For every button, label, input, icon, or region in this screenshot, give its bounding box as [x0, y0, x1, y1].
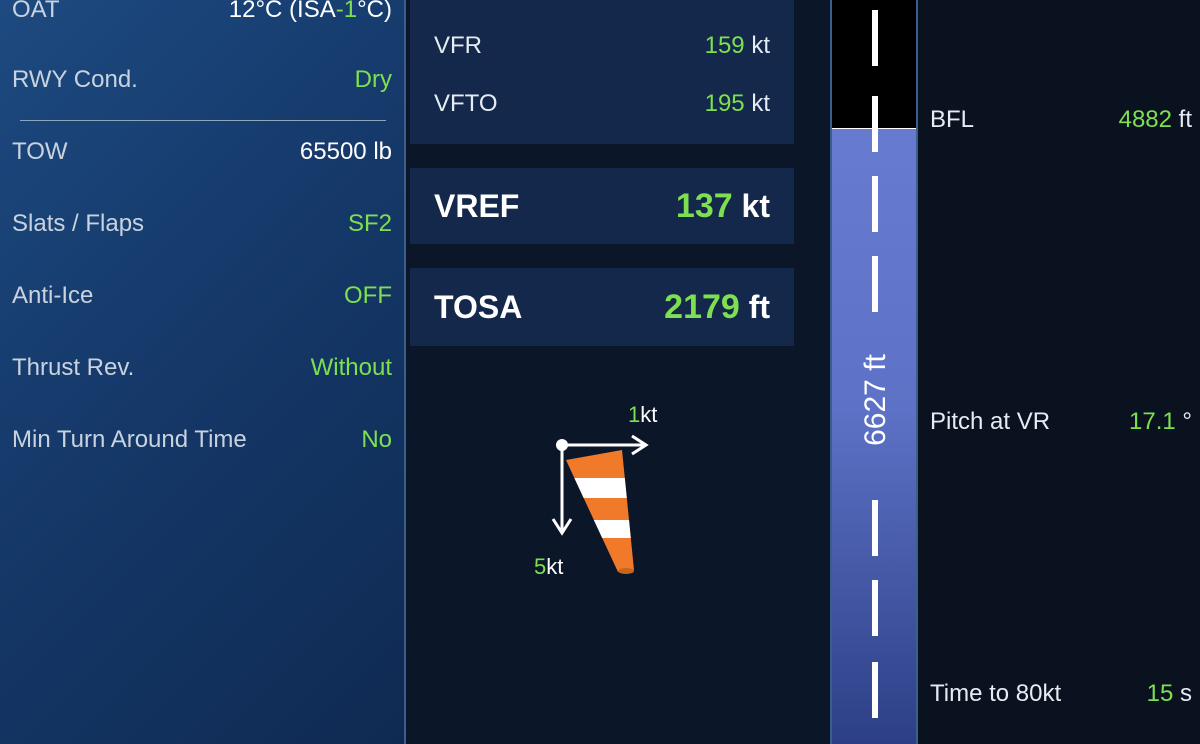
vfr-unit: kt: [751, 32, 770, 59]
vfto-label: VFTO: [434, 90, 498, 117]
windsock-icon: [566, 450, 634, 574]
min-turn-around-label: Min Turn Around Time: [12, 426, 247, 453]
anti-ice-row[interactable]: Anti-Ice OFF: [12, 276, 392, 316]
centerline-dash: [872, 96, 878, 152]
tosa-card: TOSA 2179 ft: [410, 268, 794, 346]
centerline-dash: [872, 176, 878, 232]
runway-strip: 6627 ft: [830, 0, 918, 744]
bfl-row: BFL 4882 ft: [930, 100, 1192, 140]
centerline-dash: [872, 256, 878, 312]
tosa-label: TOSA: [434, 288, 523, 325]
bfl-value: 4882: [1118, 106, 1172, 133]
vref-unit: kt: [741, 187, 770, 224]
time-to-80kt-row: Time to 80kt 15 s: [930, 674, 1192, 714]
vfr-label: VFR: [434, 32, 482, 59]
speeds-panel: VFR 159 kt VFTO 195 kt VREF 137 kt TOSA …: [406, 0, 830, 744]
vfto-value-group: 195 kt: [705, 90, 770, 118]
bfl-value-group: 4882 ft: [1119, 106, 1192, 134]
slats-flaps-label: Slats / Flaps: [12, 210, 145, 237]
runway-condition-row[interactable]: RWY Cond. Dry: [12, 60, 392, 100]
performance-results-panel: BFL 4882 ft Pitch at VR 17.1 ° Time to 8…: [918, 0, 1200, 744]
time80-label: Time to 80kt: [930, 680, 1062, 707]
oat-value: 12°C (ISA-1°C): [228, 0, 392, 23]
thrust-reverser-label: Thrust Rev.: [12, 354, 135, 381]
time80-unit: s: [1180, 680, 1192, 707]
min-turn-around-value: No: [361, 426, 392, 453]
bfl-label: BFL: [930, 106, 975, 133]
centerline-dash: [872, 662, 878, 718]
centerline-dash: [872, 500, 878, 556]
min-turn-around-row[interactable]: Min Turn Around Time No: [12, 420, 392, 460]
takeoff-conditions-panel: OAT 12°C (ISA-1°C) RWY Cond. Dry TOW 655…: [0, 0, 406, 744]
vfr-value-group: 159 kt: [705, 32, 770, 60]
pitch-value-group: 17.1 °: [1129, 408, 1192, 436]
runway-condition-value: Dry: [354, 66, 392, 93]
oat-label: OAT: [12, 0, 60, 23]
speeds-card: VFR 159 kt VFTO 195 kt: [410, 0, 794, 144]
tosa-unit: ft: [748, 288, 770, 325]
slats-flaps-row[interactable]: Slats / Flaps SF2: [12, 204, 392, 244]
tow-row[interactable]: TOW 65500 lb: [12, 132, 392, 172]
centerline-dash: [872, 580, 878, 636]
tosa-value-group: 2179 ft: [664, 288, 770, 327]
time80-value-group: 15 s: [1147, 680, 1192, 708]
centerline-dash: [872, 10, 878, 66]
wind-diagram: 1kt 5kt: [528, 390, 808, 600]
pitch-at-vr-row: Pitch at VR 17.1 °: [930, 402, 1192, 442]
wind-vectors-icon: [551, 434, 649, 574]
anti-ice-value: OFF: [344, 282, 392, 309]
vref-value-group: 137 kt: [676, 187, 770, 226]
tow-label: TOW: [12, 138, 68, 165]
pitch-value: 17.1: [1129, 408, 1176, 435]
time80-value: 15: [1146, 680, 1174, 707]
section-divider: [20, 120, 386, 121]
runway-condition-label: RWY Cond.: [12, 66, 138, 93]
tow-value: 65500 lb: [299, 138, 392, 165]
vfto-row: VFTO 195 kt: [434, 84, 770, 124]
vref-value: 137: [675, 186, 733, 225]
vref-card: VREF 137 kt: [410, 168, 794, 244]
oat-row[interactable]: OAT 12°C (ISA-1°C): [12, 0, 392, 30]
vfto-unit: kt: [751, 90, 770, 117]
vref-label: VREF: [434, 187, 520, 224]
pitch-unit: °: [1182, 408, 1192, 435]
vfr-row: VFR 159 kt: [434, 26, 770, 66]
vfto-value: 195: [704, 90, 745, 117]
pitch-label: Pitch at VR: [930, 408, 1051, 435]
vfr-value: 159: [704, 32, 745, 59]
crosswind-label: 5kt: [534, 554, 564, 579]
bfl-unit: ft: [1178, 106, 1192, 133]
anti-ice-label: Anti-Ice: [12, 282, 94, 309]
runway-length-label: 6627 ft: [859, 354, 892, 446]
thrust-reverser-value: Without: [310, 354, 392, 381]
tosa-value: 2179: [664, 287, 740, 326]
thrust-reverser-row[interactable]: Thrust Rev. Without: [12, 348, 392, 388]
slats-flaps-value: SF2: [347, 210, 392, 237]
headwind-label: 1kt: [628, 402, 658, 427]
